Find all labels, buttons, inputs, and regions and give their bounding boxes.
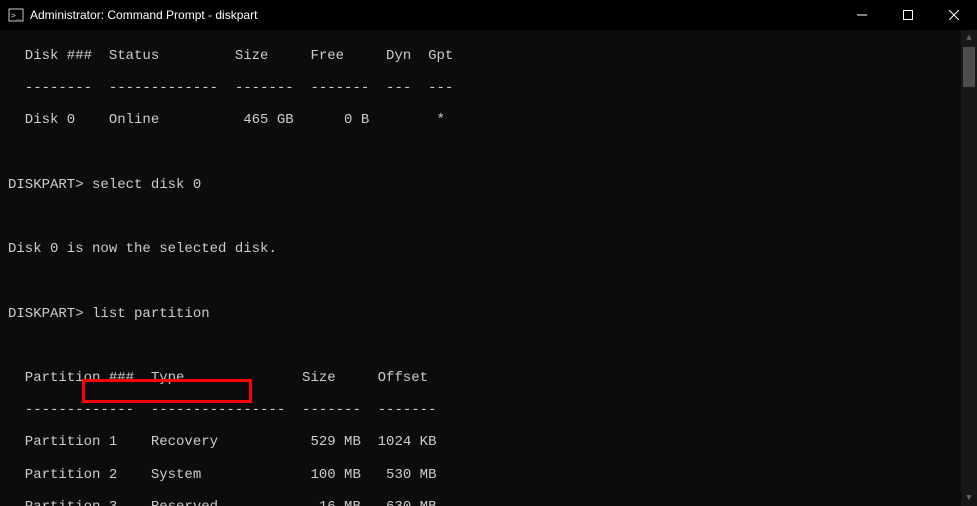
partition-row: Partition 2 System 100 MB 530 MB	[8, 467, 969, 483]
disk-list-header: Disk ### Status Size Free Dyn Gpt	[8, 48, 969, 64]
disk-row: Disk 0 Online 465 GB 0 B *	[8, 112, 969, 128]
scrollbar-track[interactable]: ▲ ▼	[961, 30, 977, 506]
titlebar[interactable]: >_ Administrator: Command Prompt - diskp…	[0, 0, 977, 30]
prompt-line: DISKPART> select disk 0	[8, 177, 969, 193]
scrollbar-down-arrow-icon[interactable]: ▼	[961, 490, 977, 506]
maximize-button[interactable]	[885, 0, 931, 30]
partition-row: Partition 1 Recovery 529 MB 1024 KB	[8, 434, 969, 450]
disk-list-divider: -------- ------------- ------- ------- -…	[8, 80, 969, 96]
window-title: Administrator: Command Prompt - diskpart	[30, 8, 257, 22]
window-controls	[839, 0, 977, 30]
terminal-output[interactable]: Disk ### Status Size Free Dyn Gpt ------…	[0, 30, 977, 506]
svg-text:>_: >_	[11, 11, 21, 20]
output-message: Disk 0 is now the selected disk.	[8, 241, 969, 257]
minimize-button[interactable]	[839, 0, 885, 30]
scrollbar-up-arrow-icon[interactable]: ▲	[961, 30, 977, 46]
prompt-line: DISKPART> list partition	[8, 306, 969, 322]
partition-list-header: Partition ### Type Size Offset	[8, 370, 969, 386]
partition-list-divider: ------------- ---------------- ------- -…	[8, 402, 969, 418]
cmd-icon: >_	[8, 7, 24, 23]
close-button[interactable]	[931, 0, 977, 30]
scrollbar-thumb[interactable]	[963, 47, 975, 87]
partition-row: Partition 3 Reserved 16 MB 630 MB	[8, 499, 969, 506]
titlebar-left: >_ Administrator: Command Prompt - diskp…	[8, 7, 257, 23]
